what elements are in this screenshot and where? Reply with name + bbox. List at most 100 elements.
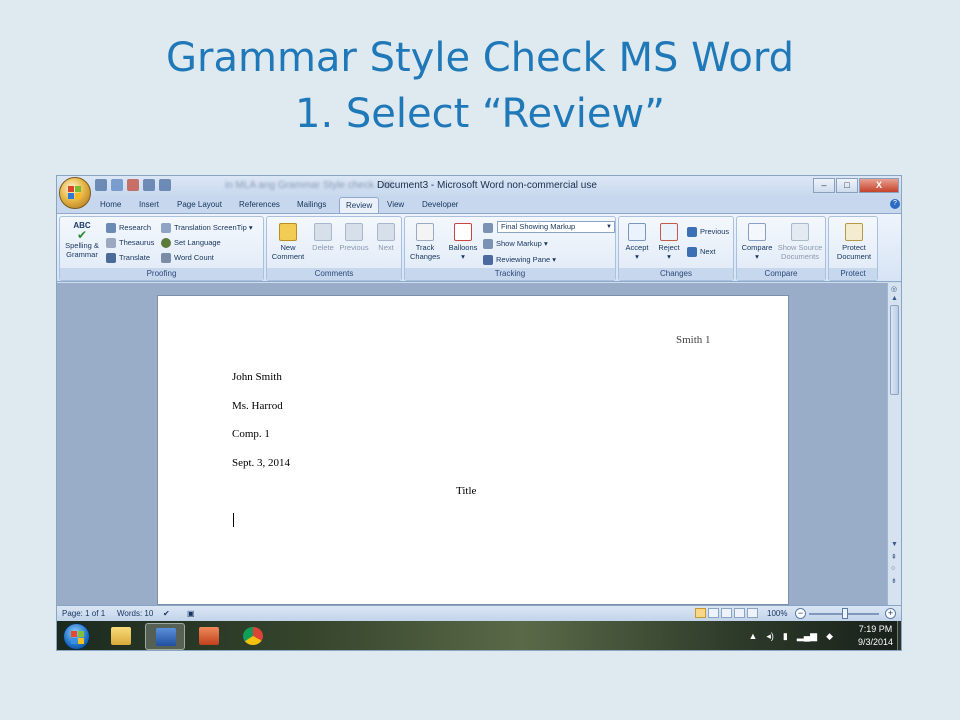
previous-page-icon[interactable]: ⇞ — [891, 553, 897, 561]
tab-mailings[interactable]: Mailings — [297, 200, 326, 209]
taskbar-explorer[interactable] — [101, 623, 141, 650]
taskbar-chrome[interactable] — [233, 623, 273, 650]
markup-select[interactable]: Final Showing Markup ▼ — [497, 221, 615, 233]
next-comment-button[interactable]: Next — [373, 223, 399, 252]
compare-group-label: Compare — [737, 268, 825, 280]
doc-title: Title — [456, 485, 477, 497]
view-buttons — [695, 608, 758, 618]
save-icon[interactable] — [95, 179, 107, 191]
undo-icon[interactable] — [111, 179, 123, 191]
volume-icon[interactable]: ◂) — [766, 631, 774, 642]
web-layout-icon[interactable] — [721, 608, 732, 618]
set-language-label: Set Language — [174, 238, 221, 247]
changes-group: Accept ▾ Reject ▾ Previous Next Changes — [618, 216, 734, 281]
macro-icon[interactable]: ▣ — [187, 609, 195, 618]
tab-insert[interactable]: Insert — [139, 200, 159, 209]
previous-change-button[interactable]: Previous — [687, 225, 729, 238]
page-header: Smith 1 — [676, 334, 711, 346]
previous-comment-button[interactable]: Previous — [337, 223, 371, 252]
minimize-button[interactable]: – — [813, 178, 835, 193]
translation-screentip-label: Translation ScreenTip — [174, 223, 247, 232]
set-language-button[interactable]: Set Language — [161, 236, 221, 249]
tab-developer[interactable]: Developer — [422, 200, 458, 209]
help-icon[interactable]: ? — [890, 199, 900, 209]
research-icon — [106, 223, 116, 234]
reviewing-pane-button[interactable]: Reviewing Pane ▾ — [483, 253, 556, 266]
system-tray: ▲ ◂) ▮ ▂▄▆ ◆ — [748, 631, 833, 642]
show-source-documents-button[interactable]: Show Source Documents — [775, 223, 825, 261]
clock[interactable]: 7:19 PM 9/3/2014 — [858, 623, 893, 649]
tab-review[interactable]: Review — [339, 197, 380, 214]
next-page-icon[interactable]: ⇟ — [891, 577, 897, 585]
close-button[interactable]: X — [859, 178, 899, 193]
slide-title: Grammar Style Check MS Word 1. Select “R… — [0, 30, 960, 142]
tracking-group: Track Changes Balloons ▾ Final Showing M… — [404, 216, 616, 281]
office-logo-icon — [68, 186, 82, 200]
battery-icon[interactable]: ▮ — [783, 631, 788, 642]
compare-label: Compare — [741, 243, 773, 252]
tab-home[interactable]: Home — [100, 200, 121, 209]
vertical-scrollbar[interactable]: ◎ ▲ ▼ ⇞ ○ ⇟ — [887, 283, 901, 605]
proofing-status-icon[interactable]: ✔ — [163, 609, 170, 618]
document-page[interactable]: Smith 1 John Smith Ms. Harrod Comp. 1 Se… — [157, 295, 789, 605]
tab-page-layout[interactable]: Page Layout — [177, 200, 222, 209]
scroll-down-icon[interactable]: ▼ — [891, 541, 898, 548]
print-preview-icon[interactable] — [143, 179, 155, 191]
show-hidden-icons[interactable]: ▲ — [748, 631, 757, 642]
taskbar-word[interactable] — [145, 623, 185, 650]
doc-line-course: Comp. 1 — [232, 428, 270, 440]
research-button[interactable]: Research — [106, 221, 151, 234]
start-button[interactable] — [63, 623, 90, 650]
clock-time: 7:19 PM — [858, 624, 893, 634]
protect-document-button[interactable]: Protect Document — [831, 223, 877, 261]
show-desktop-button[interactable] — [897, 621, 901, 650]
scroll-thumb[interactable] — [890, 305, 899, 395]
next-change-button[interactable]: Next — [687, 245, 715, 258]
word-count-button[interactable]: Word Count — [161, 251, 214, 264]
scroll-up-icon[interactable]: ▲ — [891, 295, 898, 302]
previous-label: Previous — [339, 243, 369, 252]
zoom-level[interactable]: 100% — [767, 609, 787, 618]
zoom-in-icon[interactable]: + — [885, 608, 896, 619]
track-changes-button[interactable]: Track Changes — [407, 223, 443, 261]
background-doc-title: in MLA ang Grammar Style check - Mi — [225, 180, 394, 191]
zoom-out-icon[interactable]: − — [795, 608, 806, 619]
balloons-button[interactable]: Balloons ▾ — [445, 223, 481, 261]
customize-qat-icon[interactable] — [159, 179, 171, 191]
show-markup-button[interactable]: Show Markup ▾ — [483, 237, 548, 250]
title-bar: in MLA ang Grammar Style check - Mi Docu… — [57, 176, 901, 197]
office-button[interactable] — [59, 177, 91, 209]
research-label: Research — [119, 223, 152, 232]
doc-line-teacher: Ms. Harrod — [232, 400, 283, 412]
maximize-button[interactable]: □ — [836, 178, 858, 193]
document-area: Smith 1 John Smith Ms. Harrod Comp. 1 Se… — [57, 283, 889, 605]
translation-screentip-button[interactable]: Translation ScreenTip ▾ — [161, 221, 253, 234]
new-comment-button[interactable]: New Comment — [269, 223, 307, 261]
outline-icon[interactable] — [734, 608, 745, 618]
dropbox-icon[interactable]: ◆ — [826, 631, 833, 642]
network-icon[interactable]: ▂▄▆ — [797, 631, 817, 642]
page-count[interactable]: Page: 1 of 1 — [62, 609, 105, 618]
full-screen-reading-icon[interactable] — [708, 608, 719, 618]
print-layout-icon[interactable] — [695, 608, 706, 618]
display-for-review[interactable] — [483, 221, 496, 234]
reject-button[interactable]: Reject ▾ — [653, 223, 685, 261]
redo-icon[interactable] — [127, 179, 139, 191]
draft-icon[interactable] — [747, 608, 758, 618]
next-label: Next — [378, 243, 394, 252]
compare-button[interactable]: Compare ▾ — [739, 223, 775, 261]
zoom-slider-knob[interactable] — [842, 608, 848, 619]
view-ruler-icon[interactable]: ◎ — [891, 285, 897, 293]
tab-view[interactable]: View — [387, 200, 404, 209]
spelling-grammar-button[interactable]: ABC ✔ Spelling & Grammar — [62, 221, 102, 259]
translate-button[interactable]: Translate — [106, 251, 150, 264]
word-count[interactable]: Words: 10 — [117, 609, 153, 618]
tab-references[interactable]: References — [239, 200, 280, 209]
new-comment-label-1: New — [280, 243, 296, 252]
taskbar-powerpoint[interactable] — [189, 623, 229, 650]
thesaurus-button[interactable]: Thesaurus — [106, 236, 154, 249]
thesaurus-icon — [106, 238, 116, 249]
delete-comment-button[interactable]: Delete — [309, 223, 337, 252]
browse-object-icon[interactable]: ○ — [891, 565, 895, 572]
accept-button[interactable]: Accept ▾ — [621, 223, 653, 261]
